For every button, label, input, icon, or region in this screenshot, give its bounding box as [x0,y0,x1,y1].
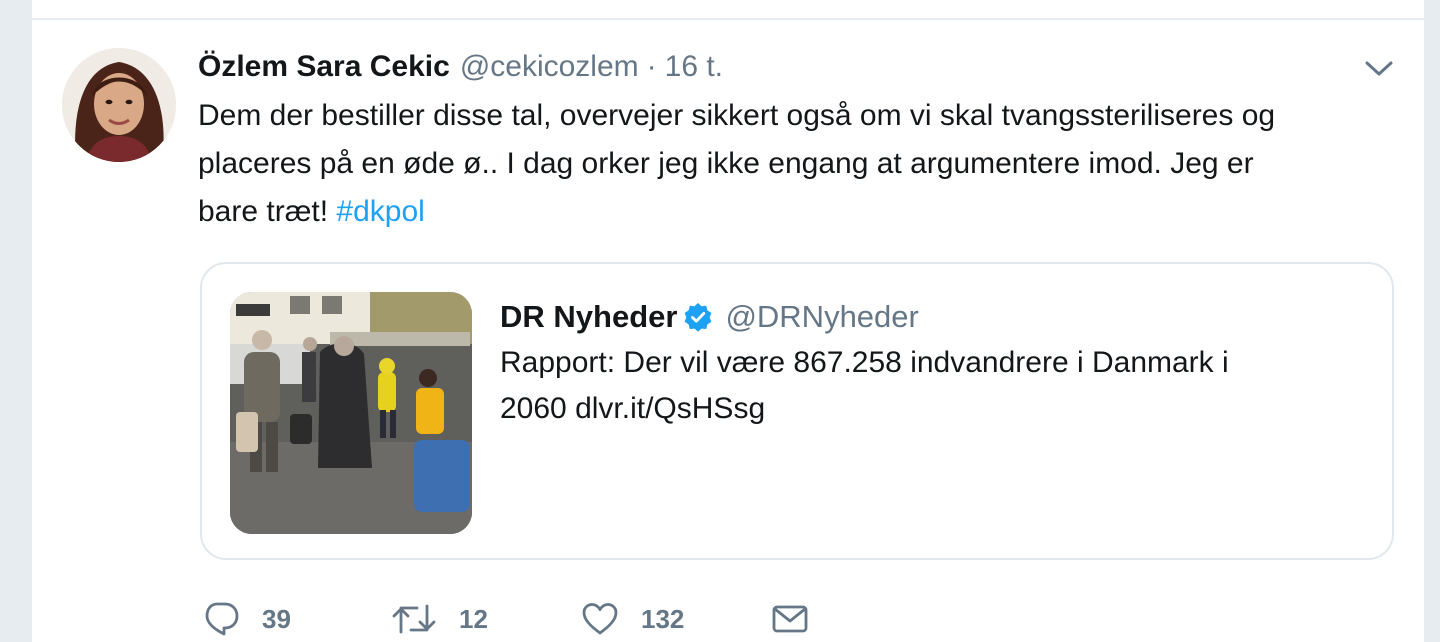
heart-icon [582,603,618,635]
like-button[interactable]: 132 [581,596,771,642]
reply-icon [205,602,239,636]
quoted-author-name[interactable]: DR Nyheder [500,299,677,335]
quoted-tweet-image[interactable] [230,292,472,534]
hashtag-link[interactable]: #dkpol [336,195,424,228]
avatar-image [62,48,176,162]
reply-count: 39 [262,603,291,634]
tweet-text-segment: bare træt! [198,195,337,228]
timeline: Özlem Sara Cekic @cekicozlem · 16 t. Dem… [32,0,1424,642]
tweet-text-line: placeres på en øde ø.. I dag orker jeg i… [198,147,1254,180]
reply-button[interactable]: 39 [202,596,391,642]
verified-badge-icon [683,302,713,332]
retweet-count: 12 [459,603,488,634]
direct-message-button[interactable] [771,596,809,642]
tweet-actions: 39 12 132 [202,596,809,642]
like-count: 132 [641,603,685,634]
quoted-text-line[interactable]: 2060 dlvr.it/QsHSsg [500,386,1360,432]
separator-dot: · [646,50,657,83]
quoted-tweet-text: Rapport: Der vil være 867.258 indvandrer… [500,340,1360,432]
chevron-down-icon [1365,61,1393,76]
retweet-button[interactable]: 12 [391,596,581,642]
quoted-tweet-header: DR Nyheder @DRNyheder [500,294,919,340]
quoted-tweet-card[interactable]: DR Nyheder @DRNyheder Rapport: Der vil v… [200,262,1394,560]
tweet-divider [32,18,1424,20]
tweet-text: Dem der bestiller disse tal, overvejer s… [198,92,1398,236]
avatar[interactable] [62,48,176,162]
tweet-header: Özlem Sara Cekic @cekicozlem · 16 t. [198,46,723,88]
tweet-text-line: bare træt! #dkpol [198,188,1398,236]
quoted-text-line: Rapport: Der vil være 867.258 indvandrer… [500,346,1229,379]
quoted-author-handle[interactable]: @DRNyheder [725,299,918,335]
timestamp-link[interactable]: 16 t. [665,50,723,84]
author-handle[interactable]: @cekicozlem [460,50,639,84]
envelope-icon [772,605,808,633]
retweet-icon [392,604,436,634]
tweet-menu-button[interactable] [1362,54,1396,84]
author-name[interactable]: Özlem Sara Cekic [198,50,450,84]
tweet-text-line: Dem der bestiller disse tal, overvejer s… [198,99,1276,132]
